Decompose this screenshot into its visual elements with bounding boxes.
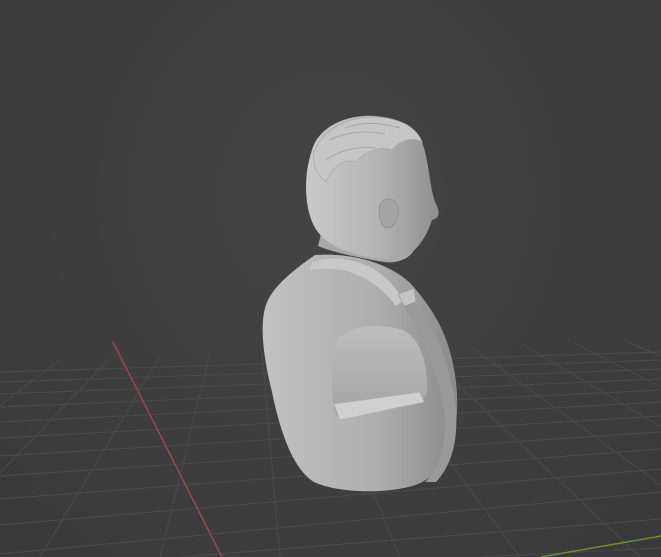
bust-model[interactable] <box>262 115 458 492</box>
viewport-canvas[interactable] <box>0 0 661 557</box>
y-axis-line <box>540 535 661 557</box>
3d-viewport[interactable] <box>0 0 661 557</box>
